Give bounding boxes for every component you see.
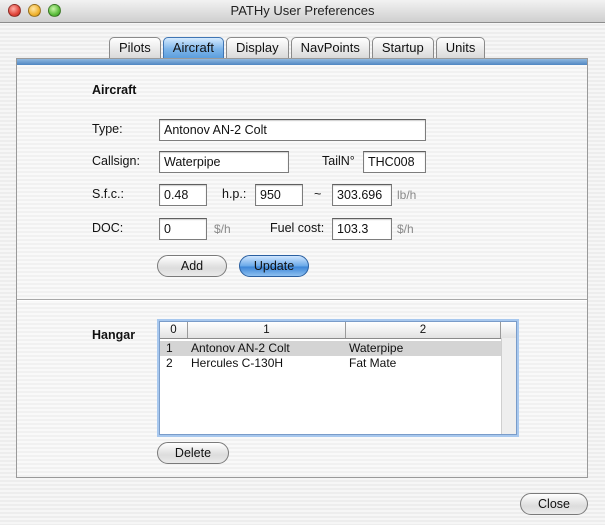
close-button[interactable]: Close bbox=[520, 493, 588, 515]
table-cell: Fat Mate bbox=[349, 356, 397, 370]
fuelcost-unit: $/h bbox=[397, 222, 414, 236]
table-cell: Waterpipe bbox=[349, 341, 404, 355]
sfc-label: S.f.c.: bbox=[92, 187, 124, 201]
title-bar[interactable]: PATHy User Preferences bbox=[0, 0, 605, 23]
fuelcost-label: Fuel cost: bbox=[270, 221, 325, 235]
callsign-label: Callsign: bbox=[92, 154, 140, 168]
fuelcost-field[interactable]: 103.3 bbox=[332, 218, 392, 240]
hangar-section-label: Hangar bbox=[92, 328, 136, 342]
tailno-field[interactable]: THC008 bbox=[363, 151, 426, 173]
callsign-field[interactable]: Waterpipe bbox=[159, 151, 289, 173]
doc-field[interactable]: 0 bbox=[159, 218, 207, 240]
hp-label: h.p.: bbox=[222, 187, 247, 201]
add-button[interactable]: Add bbox=[157, 255, 227, 277]
hp-field[interactable]: 950 bbox=[255, 184, 303, 206]
doc-unit: $/h bbox=[214, 222, 231, 236]
window-title: PATHy User Preferences bbox=[230, 3, 375, 18]
tab-display[interactable]: Display bbox=[225, 37, 289, 59]
update-button[interactable]: Update bbox=[239, 255, 309, 277]
table-cell: Hercules C-130H bbox=[191, 356, 284, 370]
type-label: Type: bbox=[92, 122, 123, 136]
tab-navpoints[interactable]: NavPoints bbox=[290, 37, 370, 59]
column-header-1[interactable]: 1 bbox=[188, 322, 346, 338]
column-header-2[interactable]: 2 bbox=[346, 322, 501, 338]
aircraft-panel: Aircraft Type: Antonov AN-2 Colt Callsig… bbox=[16, 58, 588, 478]
lbh-field[interactable]: 303.696 bbox=[332, 184, 392, 206]
table-row[interactable]: 2 Hercules C-130H Fat Mate bbox=[160, 356, 501, 371]
type-field[interactable]: Antonov AN-2 Colt bbox=[159, 119, 426, 141]
tailno-label: TailN° bbox=[322, 154, 355, 168]
table-cell: 1 bbox=[166, 341, 173, 355]
tab-units[interactable]: Units bbox=[435, 37, 486, 59]
hangar-table-header: 0 1 2 bbox=[160, 322, 516, 339]
panel-top-bar bbox=[17, 59, 587, 65]
column-header-0[interactable]: 0 bbox=[160, 322, 188, 338]
table-cell: Antonov AN-2 Colt bbox=[191, 341, 290, 355]
aircraft-section-label: Aircraft bbox=[92, 83, 137, 97]
table-cell: 2 bbox=[166, 356, 173, 370]
section-divider bbox=[17, 299, 587, 301]
table-vertical-scrollbar[interactable] bbox=[501, 338, 516, 434]
tab-startup[interactable]: Startup bbox=[371, 37, 434, 59]
table-row[interactable]: 1 Antonov AN-2 Colt Waterpipe bbox=[160, 341, 501, 356]
approx-symbol: ~ bbox=[314, 187, 322, 201]
hangar-table[interactable]: 0 1 2 1 Antonov AN-2 Colt Waterpipe 2 He… bbox=[159, 321, 517, 435]
tab-pilots[interactable]: Pilots bbox=[109, 37, 161, 59]
preferences-window: PATHy User Preferences Pilots Aircraft D… bbox=[0, 0, 605, 525]
lbh-unit: lb/h bbox=[397, 188, 417, 202]
sfc-field[interactable]: 0.48 bbox=[159, 184, 207, 206]
preferences-tabs: Pilots Aircraft Display NavPoints Startu… bbox=[109, 37, 487, 59]
tab-aircraft[interactable]: Aircraft bbox=[162, 37, 224, 59]
delete-button[interactable]: Delete bbox=[157, 442, 229, 464]
doc-label: DOC: bbox=[92, 221, 124, 235]
